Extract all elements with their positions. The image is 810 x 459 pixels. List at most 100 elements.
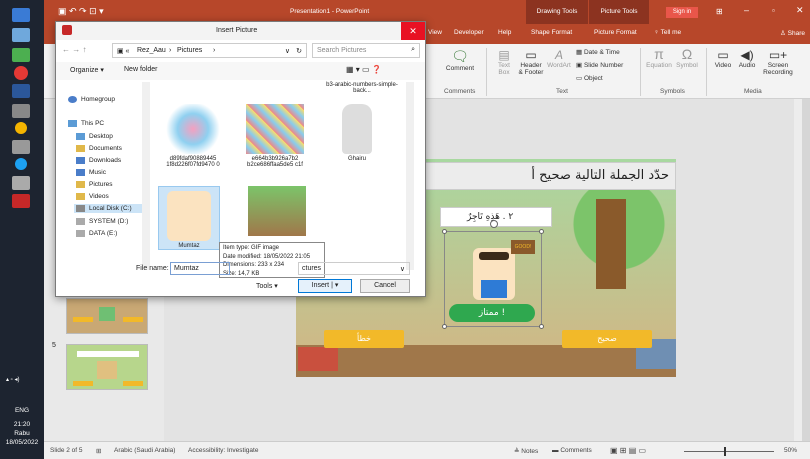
breadcrumb-rez[interactable]: Rez_Aau	[137, 47, 166, 54]
resize-handle[interactable]	[442, 324, 447, 329]
windows-start-icon[interactable]	[12, 8, 30, 22]
file-name-input[interactable]: Mumtaz	[170, 262, 230, 275]
excellent-badge[interactable]: ممتاز !	[449, 304, 535, 322]
sign-in-button[interactable]: Sign in	[666, 7, 698, 18]
wordart-button[interactable]: A WordArt	[546, 48, 572, 69]
accessibility-status[interactable]: Accessibility: Investigate	[188, 447, 258, 454]
nav-homegroup[interactable]: Homegroup	[68, 96, 115, 103]
file-item[interactable]: d89fdaf90889445 1f8d226f07fd9470 0	[160, 104, 226, 168]
chrome-icon[interactable]	[14, 66, 28, 80]
nav-documents[interactable]: Documents	[76, 145, 122, 152]
nav-music[interactable]: Music	[76, 169, 106, 176]
app-icon[interactable]	[12, 104, 30, 118]
nav-system-d[interactable]: SYSTEM (D:)	[76, 218, 128, 225]
video-button[interactable]: ▭ Video	[712, 48, 734, 69]
ribbon-display-icon[interactable]: ⊞	[716, 7, 723, 16]
resize-handle[interactable]	[442, 229, 447, 234]
group-divider	[640, 48, 641, 96]
tab-developer[interactable]: Developer	[454, 29, 484, 36]
boy-with-sign-picture[interactable]	[473, 248, 515, 300]
app-icon[interactable]	[12, 176, 30, 190]
slide-number-button[interactable]: ▣ Slide Number	[576, 61, 623, 69]
view-options[interactable]: ▦ ▾ ▭ ❓	[346, 65, 382, 74]
text-box-button[interactable]: ▤ Text Box	[492, 48, 516, 76]
comments-button[interactable]: ▬ Comments	[552, 447, 592, 454]
refresh-icon[interactable]: ↻	[296, 47, 302, 55]
tab-help[interactable]: Help	[498, 29, 511, 36]
slide-thumbnail-5[interactable]	[66, 344, 148, 390]
nav-local-disk-c[interactable]: Local Disk (C:)	[74, 204, 148, 214]
address-bar[interactable]: ▣ « Rez_Aau › Pictures › ∨ ↻	[112, 43, 307, 58]
tab-view[interactable]: View	[428, 29, 442, 36]
slide-thumbnail-4[interactable]	[66, 298, 148, 334]
equation-button[interactable]: π Equation	[646, 46, 672, 69]
app-icon[interactable]	[12, 140, 30, 154]
wrong-answer-button[interactable]: خطأ	[324, 330, 404, 348]
breadcrumb-pictures[interactable]: Pictures	[177, 47, 202, 54]
app-icon[interactable]	[15, 122, 27, 134]
audio-button[interactable]: ◀) Audio	[736, 48, 758, 69]
new-comment-button[interactable]: 🗨 Comment	[442, 48, 478, 72]
nav-scrollbar[interactable]	[142, 82, 150, 270]
nav-videos[interactable]: Videos	[76, 193, 109, 200]
symbol-button[interactable]: Ω Symbol	[674, 46, 700, 69]
nav-pictures[interactable]: Pictures	[76, 181, 112, 188]
system-tray-icons[interactable]: ▴ ▫ ◂)	[6, 376, 19, 383]
insert-button[interactable]: Insert | ▾	[298, 279, 352, 293]
cancel-button[interactable]: Cancel	[360, 279, 410, 293]
new-folder-button[interactable]: New folder	[124, 66, 157, 73]
zoom-slider-thumb[interactable]	[724, 447, 726, 456]
nav-data-e[interactable]: DATA (E:)	[76, 230, 117, 237]
file-type-select[interactable]: ctures ∨	[298, 262, 410, 275]
nav-downloads[interactable]: Downloads	[76, 157, 121, 164]
file-explorer-icon[interactable]	[12, 28, 30, 42]
file-list-scrollbar[interactable]	[406, 82, 414, 270]
file-item[interactable]	[244, 186, 310, 238]
screen-recording-button[interactable]: ▭+ Screen Recording	[760, 48, 796, 76]
nav-desktop[interactable]: Desktop	[76, 133, 113, 140]
word-icon[interactable]	[12, 84, 30, 98]
powerpoint-taskbar-icon[interactable]	[12, 194, 30, 208]
app-icon[interactable]	[15, 158, 27, 170]
correct-answer-button[interactable]: صحيح	[562, 330, 652, 348]
file-item-selected[interactable]: Mumtaz	[158, 186, 220, 250]
vertical-scrollbar[interactable]	[794, 99, 802, 441]
file-item[interactable]: b3-arabic-numbers-simple-back...	[322, 82, 402, 94]
nav-this-pc[interactable]: This PC	[68, 120, 104, 127]
tell-me-box[interactable]: ♀ Tell me	[654, 29, 681, 36]
dropdown-icon[interactable]: ∨	[285, 47, 290, 55]
quick-access-toolbar[interactable]: ▣ ↶ ↷ ⊡ ▾	[58, 6, 104, 17]
search-box[interactable]: Search Pictures ⌕	[312, 43, 420, 58]
dialog-close-button[interactable]: ✕	[401, 22, 425, 40]
header-footer-button[interactable]: ▭ Header & Footer	[518, 48, 544, 76]
selected-picture-group[interactable]: GOOD! ممتاز !	[442, 220, 544, 329]
clock[interactable]: 21:20 Rabu 18/05/2022	[0, 420, 44, 447]
symbol-label: Symbol	[676, 62, 698, 69]
organize-button[interactable]: Organize ▾	[70, 66, 104, 74]
excel-icon[interactable]	[12, 48, 30, 62]
language-status[interactable]: Arabic (Saudi Arabia)	[114, 447, 175, 454]
dialog-title-bar[interactable]: Insert Picture ✕	[56, 22, 425, 40]
tools-button[interactable]: Tools ▾	[256, 282, 278, 290]
resize-handle[interactable]	[539, 324, 544, 329]
tab-shape-format[interactable]: Shape Format	[531, 29, 572, 36]
file-item[interactable]: Ghairu	[324, 104, 390, 162]
date-time-button[interactable]: ▦ Date & Time	[576, 48, 620, 56]
language-indicator[interactable]: ENG	[0, 407, 44, 414]
file-item[interactable]: e664b3b926a7b2 b2ce686ffaa5de5 c1f	[242, 104, 308, 168]
resize-handle[interactable]	[539, 229, 544, 234]
view-buttons[interactable]: ▣ ⊞ ▤ ▭	[610, 446, 646, 455]
spell-check-icon[interactable]: ⊞	[96, 447, 101, 455]
rotate-handle[interactable]	[490, 220, 498, 228]
minimize-button[interactable]: –	[744, 5, 749, 15]
zoom-slider[interactable]	[684, 451, 774, 452]
maximize-button[interactable]: ▫	[772, 6, 775, 15]
close-window-button[interactable]: ✕	[796, 5, 804, 16]
notes-button[interactable]: ≜ Notes	[514, 447, 538, 455]
zoom-level[interactable]: 50%	[784, 447, 797, 454]
tab-picture-format[interactable]: Picture Format	[594, 29, 637, 36]
nav-buttons[interactable]: ← → ↑	[62, 45, 86, 54]
question-box[interactable]: حدّد الجملة التالية صحيح أ	[420, 162, 676, 190]
object-button[interactable]: ▭ Object	[576, 74, 603, 82]
share-button[interactable]: ♙ Share	[780, 29, 805, 37]
